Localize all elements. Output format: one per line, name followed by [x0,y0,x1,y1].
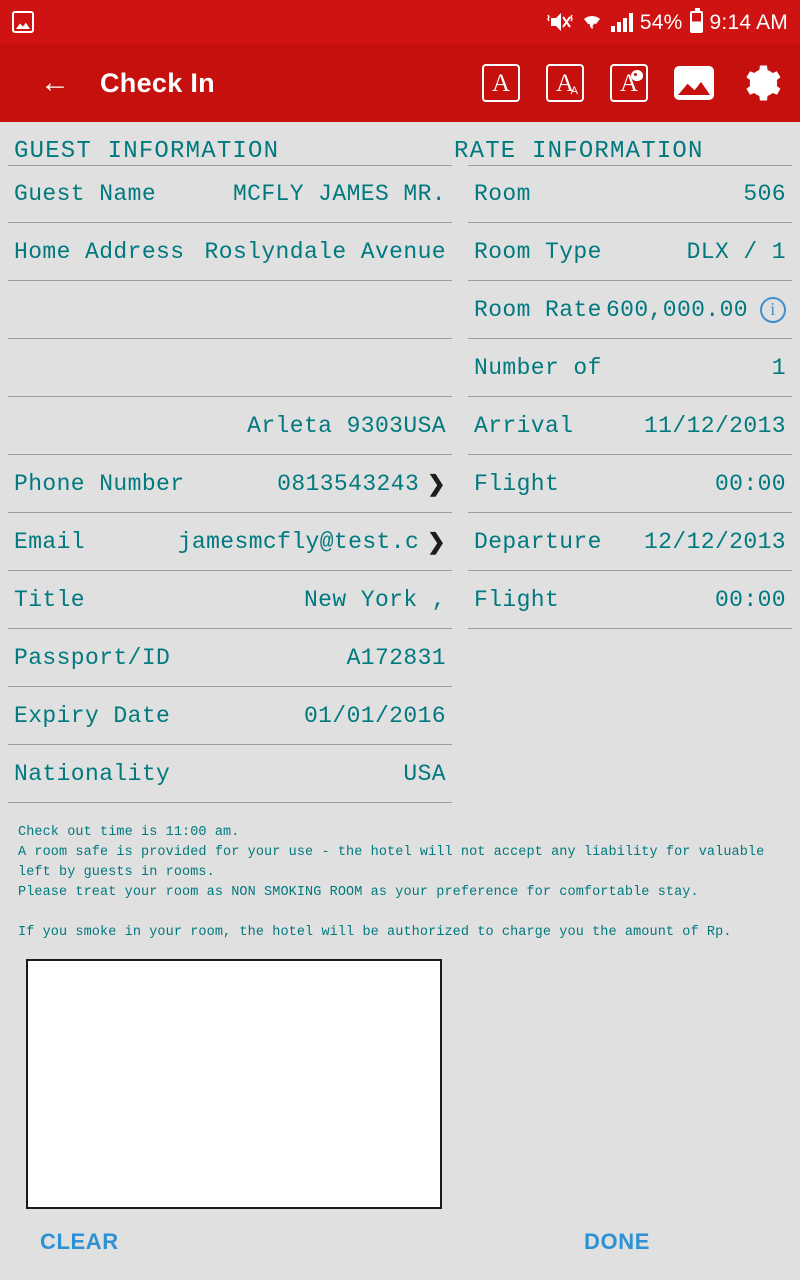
row-value: MCFLY JAMES MR. [232,181,446,207]
row-value: 00:00 [714,470,786,497]
form-columns: Guest Name MCFLY JAMES MR. Home Address … [0,165,800,803]
clear-button[interactable]: CLEAR [40,1229,119,1255]
table-row[interactable]: Number of 1 [468,339,792,397]
row-label: Number of [474,354,602,381]
row-value: 01/01/2016 [303,702,446,729]
row-label: Title [14,586,86,613]
settings-button[interactable] [740,62,782,104]
status-bar-right: 54% 9:14 AM [547,8,788,34]
row-label: Departure [474,528,602,555]
row-value: 0813543243 [277,470,420,497]
page-title: Check In [100,67,215,98]
row-label: Room Rate [474,296,602,323]
row-value: USA [403,760,446,787]
table-row[interactable]: Arleta 9303USA [8,397,452,455]
row-label: Home Address [14,238,185,265]
row-value: 506 [743,181,786,207]
font-size-sub-glyph: A [570,85,578,97]
table-row[interactable]: Flight 00:00 [468,571,792,629]
table-row[interactable] [8,281,452,339]
row-label: Phone Number [14,470,185,497]
status-bar: 54% 9:14 AM [0,0,800,44]
row-label: Flight [474,586,560,613]
status-bar-left [12,11,34,33]
table-row-phone-number[interactable]: Phone Number 0813543243 ❯ [8,455,452,513]
main-content: GUEST INFORMATION RATE INFORMATION Guest… [0,122,800,1255]
table-row[interactable]: Nationality USA [8,745,452,803]
font-face-glyph: A [491,69,511,97]
battery-percent-label: 54% [639,10,683,34]
row-value: A172831 [346,644,446,671]
row-value: Roslyndale Avenue [204,238,446,265]
wifi-icon [583,15,600,32]
signature-pad[interactable] [26,959,442,1209]
row-label: Email [14,528,86,555]
row-label: Flight [474,470,560,497]
section-headers: GUEST INFORMATION RATE INFORMATION [0,122,800,165]
row-label: Passport/ID [14,644,171,671]
chevron-right-icon[interactable]: ❯ [427,472,446,495]
table-row[interactable]: Passport/ID A172831 [8,629,452,687]
font-color-button[interactable]: A [610,64,648,102]
table-row[interactable]: Flight 00:00 [468,455,792,513]
row-value: jamesmcfly@test.c [177,528,420,555]
rate-information-title: RATE INFORMATION [454,138,704,165]
row-value: 600,000.00 [605,296,748,323]
signature-actions: CLEAR DONE [0,1229,800,1255]
battery-icon [689,8,703,33]
table-row[interactable]: Title New York , [8,571,452,629]
clock-label: 9:14 AM [709,10,788,34]
row-value: 00:00 [714,586,786,613]
done-button[interactable]: DONE [584,1229,650,1255]
guest-information-section: Guest Name MCFLY JAMES MR. Home Address … [8,165,452,803]
table-row[interactable]: Expiry Date 01/01/2016 [8,687,452,745]
palette-icon [631,70,643,81]
row-value: 11/12/2013 [643,412,786,439]
row-value: DLX / 1 [686,238,786,265]
image-icon [12,11,34,33]
row-label: Arrival [474,412,574,439]
back-arrow-icon[interactable]: ← [40,68,70,98]
row-value: 12/12/2013 [643,528,786,555]
app-bar: ← Check In A A A A [0,44,800,122]
app-bar-actions: A A A A [482,62,782,104]
row-label: Nationality [14,760,171,787]
table-row[interactable]: Arrival 11/12/2013 [468,397,792,455]
table-row[interactable]: Guest Name MCFLY JAMES MR. [8,165,452,223]
table-row[interactable]: Room 506 [468,165,792,223]
font-size-button[interactable]: A A [546,64,584,102]
image-button[interactable] [674,66,714,100]
rate-information-section: Room 506 Room Type DLX / 1 Room Rate 600… [468,165,792,629]
table-row[interactable]: Home Address Roslyndale Avenue [8,223,452,281]
gear-icon [746,65,781,101]
row-value: 1 [771,354,786,381]
row-label: Guest Name [14,181,157,207]
guest-information-title: GUEST INFORMATION [14,138,280,165]
row-label: Expiry Date [14,702,171,729]
row-label: Room Type [474,238,602,265]
signal-bars-icon [610,12,633,32]
mute-vibrate-icon [547,13,573,31]
table-row[interactable]: Departure 12/12/2013 [468,513,792,571]
table-row[interactable]: Room Type DLX / 1 [468,223,792,281]
terms-text: Check out time is 11:00 am. A room safe … [18,825,765,940]
row-value: New York , [303,586,446,613]
info-icon[interactable]: i [760,296,786,323]
row-label: Room [474,181,531,207]
row-value: Arleta 9303USA [247,412,446,439]
font-face-button[interactable]: A [482,64,520,102]
table-row-email[interactable]: Email jamesmcfly@test.c ❯ [8,513,452,571]
table-row-room-rate[interactable]: Room Rate 600,000.00 i [468,281,792,339]
chevron-right-icon[interactable]: ❯ [427,530,446,553]
table-row[interactable] [8,339,452,397]
